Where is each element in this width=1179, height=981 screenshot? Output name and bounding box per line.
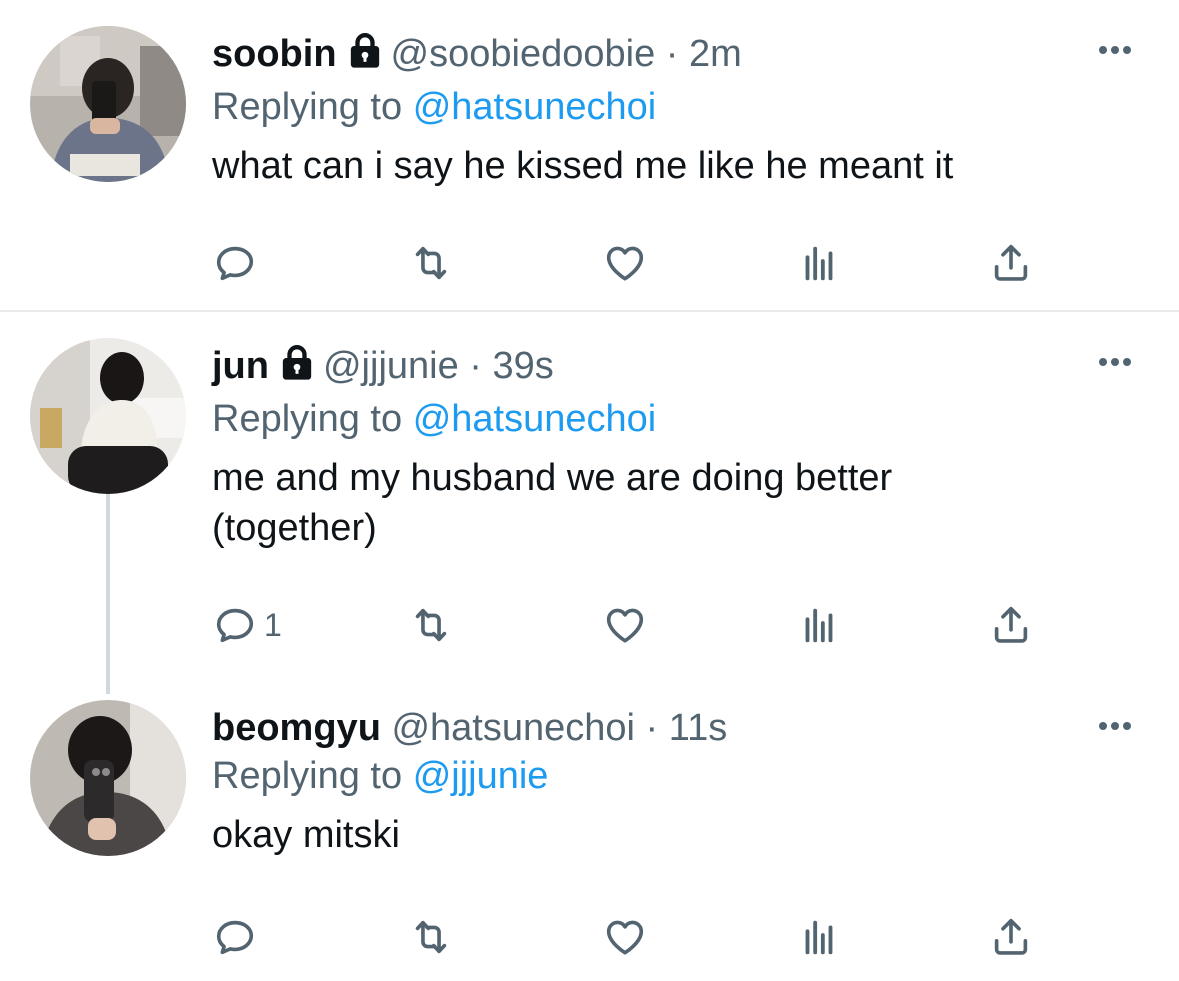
replying-prefix: Replying to [212,86,403,128]
lock-icon [277,343,317,395]
tweet-actions: 1 [212,602,1042,648]
tweet-jun[interactable]: jun @jjjunie · 39s Replying to @hatsunech… [0,312,1179,692]
share-icon [988,240,1034,286]
reply-icon [212,240,258,286]
username[interactable]: @hatsunechoi [391,707,635,749]
analytics-icon [796,914,842,960]
replying-to: Replying to @hatsunechoi [212,83,1119,131]
avatar-soobin[interactable] [30,26,186,182]
share-button[interactable] [988,602,1034,648]
retweet-button[interactable] [408,240,454,286]
timestamp[interactable]: 2m [689,33,742,75]
display-name[interactable]: beomgyu [212,707,381,749]
reply-button[interactable] [212,914,264,960]
share-button[interactable] [988,240,1034,286]
tweet-header: beomgyu @hatsunechoi · 11s [212,704,1119,752]
heart-icon [602,240,648,286]
like-button[interactable] [602,240,648,286]
retweet-button[interactable] [408,914,454,960]
heart-icon [602,602,648,648]
like-button[interactable] [602,914,648,960]
tweet-actions [212,240,1042,286]
analytics-icon [796,240,842,286]
avatar-beomgyu[interactable] [30,700,186,856]
timestamp[interactable]: 39s [493,345,554,387]
display-name[interactable]: soobin [212,33,337,75]
analytics-button[interactable] [796,602,842,648]
timestamp[interactable]: 11s [669,707,727,749]
username[interactable]: @soobiedoobie [391,33,656,75]
username[interactable]: @jjjunie [323,345,459,387]
reply-button[interactable] [212,240,264,286]
retweet-icon [408,914,454,960]
avatar-jun[interactable] [30,338,186,494]
tweet-actions [212,914,1042,960]
reply-button[interactable]: 1 [212,602,282,648]
retweet-icon [408,602,454,648]
display-name[interactable]: jun [212,345,269,387]
reply-icon [212,914,258,960]
replying-mention[interactable]: @hatsunechoi [413,86,657,128]
share-icon [988,602,1034,648]
tweet-text: okay mitski [212,814,400,856]
replying-prefix: Replying to [212,755,403,797]
tweet-header: soobin @soobiedoobie · 2m [212,30,1119,83]
separator: · [645,707,659,749]
tweet-soobin[interactable]: soobin @soobiedoobie · 2m Replying to @ha… [0,0,1179,310]
lock-icon [345,31,385,83]
heart-icon [602,914,648,960]
analytics-icon [796,602,842,648]
separator: · [665,33,679,75]
analytics-button[interactable] [796,240,842,286]
reply-icon [212,602,258,648]
retweet-icon [408,240,454,286]
reply-count: 1 [264,606,282,643]
replying-to: Replying to @jjjunie [212,752,1119,800]
tweet-beomgyu[interactable]: beomgyu @hatsunechoi · 11s Replying to @… [0,692,1179,981]
tweet-text: what can i say he kissed me like he mean… [212,145,954,187]
separator: · [469,345,482,387]
replying-to: Replying to @hatsunechoi [212,395,1119,443]
replying-prefix: Replying to [212,398,403,440]
replying-mention[interactable]: @hatsunechoi [413,398,657,440]
tweet-text: me and my husband we are doing better (t… [212,457,893,549]
analytics-button[interactable] [796,914,842,960]
replying-mention[interactable]: @jjjunie [413,755,549,797]
like-button[interactable] [602,602,648,648]
share-icon [988,914,1034,960]
share-button[interactable] [988,914,1034,960]
tweet-header: jun @jjjunie · 39s [212,342,1119,395]
retweet-button[interactable] [408,602,454,648]
